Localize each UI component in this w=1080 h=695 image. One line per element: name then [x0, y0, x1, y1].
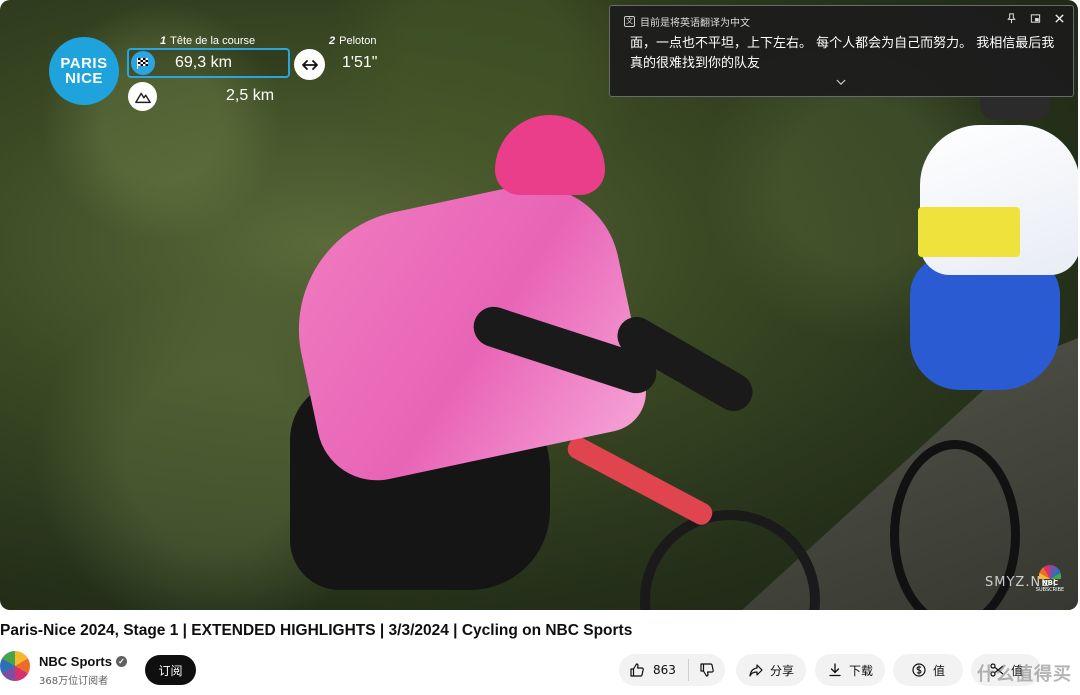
translate-icon: 文 — [624, 16, 635, 27]
group2-text: Peloton — [339, 35, 377, 47]
race-logo-line2: NICE — [65, 70, 103, 87]
share-label: 分享 — [769, 663, 794, 678]
chevron-down-icon[interactable] — [836, 76, 846, 89]
translation-panel-actions — [1005, 13, 1065, 25]
double-arrow-icon — [294, 49, 325, 80]
gap-time: 1'51" — [342, 54, 378, 71]
page-watermark: 什么值得买 — [977, 664, 1072, 685]
thanks-button[interactable]: 值 — [893, 654, 963, 686]
thumbs-down-icon — [700, 663, 714, 677]
mountain-icon — [128, 82, 157, 111]
translation-panel-header: 文 目前是将英语翻译为中文 — [624, 14, 750, 29]
like-count: 863 — [653, 663, 676, 677]
translation-panel[interactable]: 文 目前是将英语翻译为中文 面，一点也不平坦，上下左右。 每个人都会为自己而努力… — [609, 5, 1074, 97]
pin-icon[interactable] — [1005, 13, 1017, 25]
thanks-label: 值 — [932, 663, 945, 678]
video-frame-rider-shorts — [910, 255, 1060, 390]
race-logo: PARIS NICE — [49, 37, 119, 105]
download-label: 下载 — [848, 663, 873, 678]
close-icon[interactable] — [1053, 13, 1065, 25]
thumbs-up-icon — [630, 663, 644, 677]
group1-label: 1 Tête de la course — [160, 35, 255, 47]
nbc-watermark-text: NBC — [1041, 579, 1059, 587]
race-logo-line1: PARIS — [60, 55, 108, 72]
peacock-icon — [1039, 565, 1061, 579]
distance-to-finish-box: 69,3 km — [127, 48, 290, 78]
translation-text: 面，一点也不平坦，上下左右。 每个人都会为自己而努力。 我相信最后我真的很难找到… — [630, 36, 1055, 71]
group2-label: 2 Peloton — [329, 35, 376, 47]
video-frame-race-number — [918, 207, 1020, 257]
channel-name[interactable]: NBC Sports ✓ — [39, 654, 127, 669]
channel-name-text[interactable]: NBC Sports — [39, 654, 112, 669]
window-icon[interactable] — [1029, 13, 1041, 25]
dislike-button[interactable] — [689, 662, 715, 678]
group1-number: 1 — [160, 35, 167, 47]
channel-avatar[interactable] — [0, 651, 30, 681]
group1-text: Tête de la course — [170, 35, 256, 47]
nbc-watermark: NBC SUBSCRIBE — [1030, 565, 1070, 593]
translation-panel-title: 目前是将英语翻译为中文 — [640, 18, 750, 29]
dollar-icon — [912, 663, 926, 677]
checkered-flag-icon — [131, 51, 155, 75]
nbc-watermark-subscribe: SUBSCRIBE — [1035, 587, 1065, 593]
like-button[interactable]: 863 — [619, 659, 689, 681]
video-title: Paris-Nice 2024, Stage 1 | EXTENDED HIGH… — [0, 622, 633, 639]
subscribe-button[interactable]: 订阅 — [145, 655, 196, 685]
download-icon — [829, 663, 841, 677]
climb-distance: 2,5 km — [226, 87, 275, 104]
verified-check-icon: ✓ — [115, 656, 127, 667]
subscriber-count: 368万位订阅者 — [39, 676, 109, 687]
group2-number: 2 — [329, 35, 336, 47]
distance-to-finish: 69,3 km — [175, 54, 232, 71]
like-dislike-group: 863 — [619, 654, 725, 686]
share-button[interactable]: 分享 — [736, 654, 806, 686]
download-button[interactable]: 下载 — [815, 654, 885, 686]
share-arrow-icon — [749, 664, 763, 677]
